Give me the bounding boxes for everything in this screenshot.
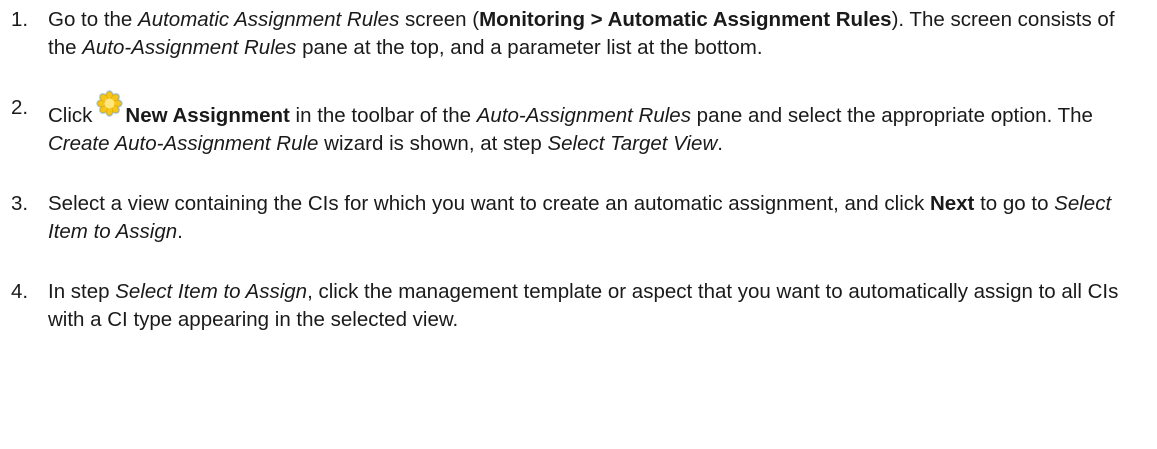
wizard-step-name: Select Target View [547, 132, 718, 155]
step-3: 3. Select a view containing the CIs for … [0, 190, 1157, 246]
pane-name: Auto-Assignment Rules [82, 36, 297, 59]
menu-path: Monitoring > Automatic Assignment Rules [479, 8, 892, 31]
procedure-steps: 1. Go to the Automatic Assignment Rules … [0, 0, 1157, 334]
step-text: Go to the Automatic Assignment Rules scr… [48, 8, 1115, 59]
step-1: 1. Go to the Automatic Assignment Rules … [0, 6, 1157, 62]
step-number: 1. [11, 8, 29, 31]
step-number: 4. [11, 280, 29, 303]
new-assignment-label: New Assignment [125, 104, 290, 127]
step-4: 4. In step Select Item to Assign, click … [0, 278, 1157, 334]
next-button-label: Next [929, 192, 975, 215]
step-text: In step Select Item to Assign, click the… [48, 280, 1119, 331]
step-text: Click New Assignment in the toolbar of t… [48, 90, 1093, 155]
step-2: 2. Click New Assignment in the toolbar o… [0, 90, 1157, 158]
wizard-step-name: Select Item to Assign [115, 280, 308, 303]
step-text: Select a view containing the CIs for whi… [48, 192, 1112, 243]
step-number: 3. [11, 192, 29, 215]
wizard-name: Create Auto-Assignment Rule [48, 132, 319, 155]
screen-name: Automatic Assignment Rules [138, 8, 400, 31]
step-number: 2. [11, 96, 29, 119]
new-assignment-icon [96, 90, 124, 117]
pane-name: Auto-Assignment Rules [476, 104, 691, 127]
